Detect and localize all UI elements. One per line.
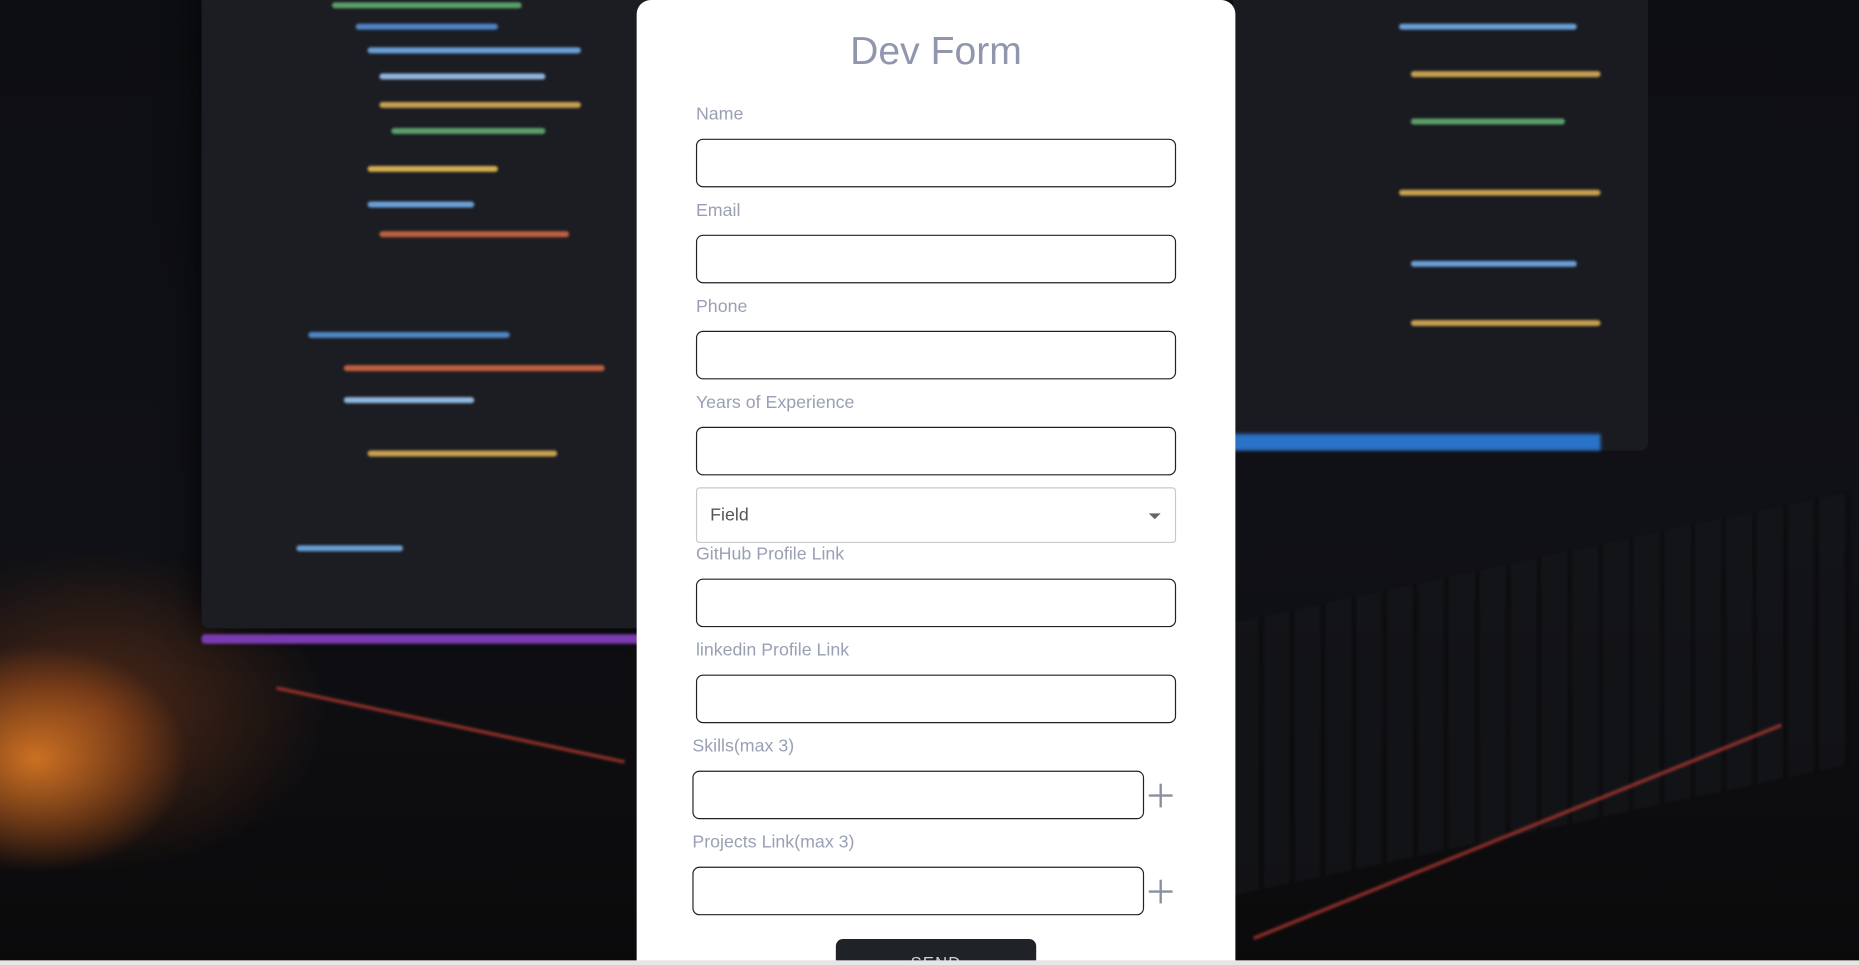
caret-down-icon xyxy=(1148,513,1161,520)
phone-input[interactable] xyxy=(695,330,1177,380)
name-label: Name xyxy=(695,104,744,125)
add-skill-plus-icon[interactable] xyxy=(1148,783,1173,808)
field-select-value: Field xyxy=(710,505,749,526)
background-keyboard xyxy=(1233,491,1850,896)
add-project-plus-icon[interactable] xyxy=(1148,879,1173,904)
background-monitor-right xyxy=(1233,0,1648,451)
linkedin-label: linkedin Profile Link xyxy=(695,640,850,661)
background-monitor-left xyxy=(201,0,653,644)
github-input[interactable] xyxy=(695,578,1177,628)
experience-input[interactable] xyxy=(695,426,1177,476)
field-select[interactable]: Field xyxy=(695,487,1177,544)
experience-label: Years of Experience xyxy=(695,392,855,413)
github-label: GitHub Profile Link xyxy=(695,544,845,565)
phone-label: Phone xyxy=(695,296,748,317)
email-input[interactable] xyxy=(695,234,1177,284)
projects-label: Projects Link(max 3) xyxy=(692,832,855,853)
dev-form-card: Dev Form Name Email Phone Years of Exper… xyxy=(636,0,1236,965)
email-label: Email xyxy=(695,200,741,221)
projects-input[interactable] xyxy=(692,866,1145,916)
form-title: Dev Form xyxy=(850,28,1022,73)
horizontal-scrollbar[interactable] xyxy=(0,960,1859,965)
page: Dev Form Name Email Phone Years of Exper… xyxy=(0,0,1859,965)
skills-input[interactable] xyxy=(692,770,1145,820)
linkedin-input[interactable] xyxy=(695,674,1177,724)
skills-label: Skills(max 3) xyxy=(692,736,795,757)
name-input[interactable] xyxy=(695,138,1177,188)
